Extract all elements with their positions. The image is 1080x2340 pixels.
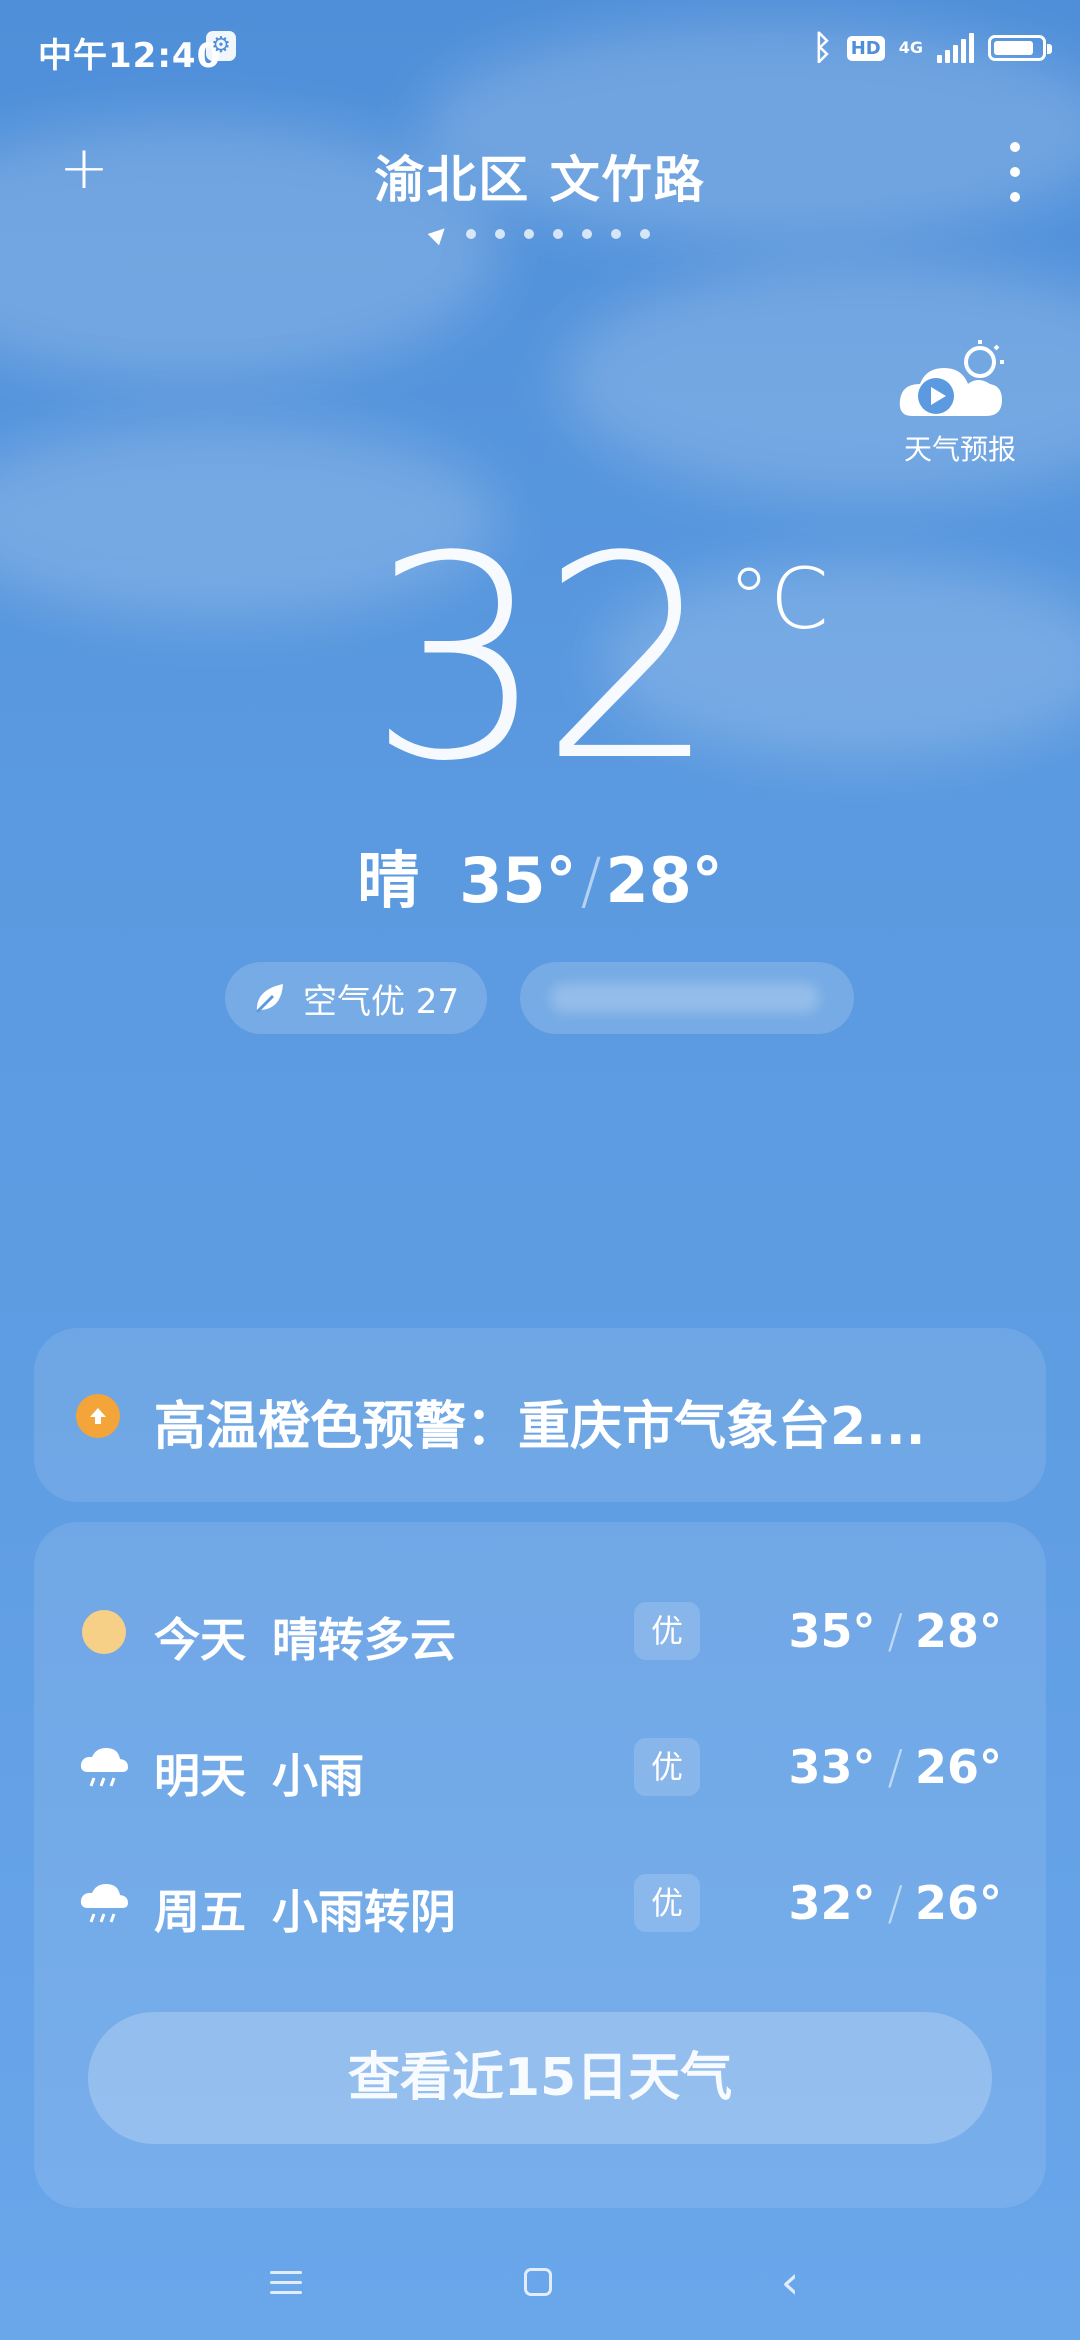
current-condition: 晴 (357, 844, 420, 917)
light-rain-icon (78, 1742, 130, 1794)
forecast-high: 35° (788, 1604, 876, 1658)
page-dot (552, 229, 563, 239)
fifteen-day-forecast-button[interactable]: 查看近15日天气 (88, 2012, 992, 2144)
forecast-temps: 33°/26° (788, 1740, 1002, 1794)
status-bar: 中午12:40 ⚙ ᛒ HD 4G (0, 0, 1080, 100)
air-quality-label: 空气优 27 (303, 981, 460, 1022)
page-dot (465, 229, 476, 239)
bluetooth-icon: ᛒ (812, 28, 833, 68)
warning-text: 高温橙色预警：重庆市气象台2... (154, 1397, 926, 1457)
page-dot (523, 229, 534, 239)
battery-icon (988, 35, 1052, 61)
forecast-condition: 小雨转阴 (272, 1885, 456, 1939)
forecast-low: 26° (914, 1740, 1002, 1794)
status-time: 中午12:40 (38, 36, 222, 76)
forecast-low: 28° (914, 1604, 1002, 1658)
hd-icon: HD (846, 35, 885, 61)
forecast-day: 周五 (154, 1885, 246, 1939)
leaf-icon (255, 984, 283, 1014)
page-indicator (0, 222, 1080, 246)
today-high: 35° (459, 844, 577, 917)
sun-icon (78, 1606, 130, 1658)
aqi-badge: 优 (634, 1874, 700, 1932)
today-low: 28° (605, 844, 723, 917)
temperature-unit: °C (728, 550, 829, 648)
video-forecast-icon (899, 340, 1004, 416)
forecast-row-tomorrow[interactable]: 明天 小雨 优 33°/26° (34, 1718, 1046, 1818)
signal-icon (937, 33, 974, 63)
location-title: 渝北区 文竹路 (374, 151, 706, 209)
forecast-card: 今天 晴转多云 优 35°/28° 明天 小雨 优 33°/26° 周五 小雨转… (34, 1522, 1046, 2208)
battery-level (994, 41, 1033, 55)
current-location-icon (427, 222, 450, 246)
forecast-row-friday[interactable]: 周五 小雨转阴 优 32°/26° (34, 1854, 1046, 1954)
recent-apps-button[interactable] (256, 2252, 316, 2312)
status-icons: ᛒ HD 4G (812, 26, 1052, 70)
video-forecast-label: 天气预报 (903, 433, 1016, 466)
forecast-day: 明天 (154, 1749, 246, 1803)
current-temperature: 32 °C (0, 520, 1080, 800)
forecast-row-today[interactable]: 今天 晴转多云 优 35°/28° (34, 1582, 1046, 1682)
home-button[interactable] (508, 2252, 568, 2312)
temperature-value: 32 (367, 497, 718, 823)
aqi-badge: 优 (634, 1602, 700, 1660)
blurred-info-chip[interactable] (520, 962, 854, 1034)
warning-arrow-icon (76, 1394, 120, 1438)
page-dot (639, 229, 650, 239)
air-quality-chip[interactable]: 空气优 27 (225, 962, 487, 1034)
aqi-badge: 优 (634, 1738, 700, 1796)
temp-separator: / (580, 844, 602, 917)
forecast-temps: 35°/28° (788, 1604, 1002, 1658)
page-dot (581, 229, 592, 239)
settings-icon: ⚙ (206, 31, 236, 61)
forecast-temps: 32°/26° (788, 1876, 1002, 1930)
forecast-high: 32° (788, 1876, 876, 1930)
warning-card[interactable]: 高温橙色预警：重庆市气象台2... (34, 1328, 1046, 1502)
back-button[interactable]: ‹ (760, 2252, 820, 2312)
page-dot (610, 229, 621, 239)
forecast-day: 今天 (154, 1613, 246, 1667)
network-type: 4G (898, 38, 923, 57)
condition-line: 晴 35°/28° (0, 830, 1080, 920)
blurred-content (550, 983, 820, 1013)
page-dot (494, 229, 505, 239)
system-nav-bar: ‹ (0, 2240, 1080, 2340)
forecast-condition: 小雨 (272, 1749, 364, 1803)
forecast-condition: 晴转多云 (272, 1613, 456, 1667)
forecast-high: 33° (788, 1740, 876, 1794)
more-options-button[interactable] (1000, 142, 1030, 202)
video-forecast-button[interactable]: 天气预报 (890, 340, 1030, 468)
light-rain-icon (78, 1878, 130, 1930)
forecast-low: 26° (914, 1876, 1002, 1930)
